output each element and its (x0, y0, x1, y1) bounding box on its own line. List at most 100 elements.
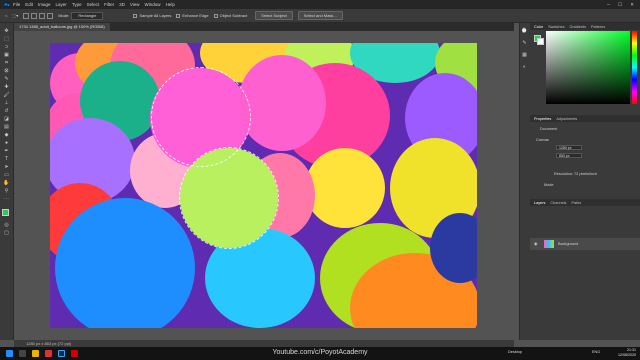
select-and-mask-button[interactable]: Select and Mask... (297, 11, 343, 20)
adjust-icon[interactable]: ◐ (521, 65, 528, 70)
tab-layers[interactable]: Layers (534, 201, 545, 205)
color-panel-tabs: Color Swatches Gradients Patterns (530, 23, 640, 30)
marquee-tool-icon[interactable]: ⬚ (3, 37, 10, 42)
color-picker-field[interactable] (546, 31, 630, 104)
enhance-edge-checkbox[interactable] (176, 13, 181, 18)
screen-mode-icon[interactable]: ▢ (3, 231, 10, 236)
sample-all-layers-checkbox[interactable] (133, 13, 138, 18)
tab-gradients[interactable]: Gradients (570, 25, 586, 29)
balloon-photo[interactable] (50, 43, 477, 328)
tab-adjustments[interactable]: Adjustments (556, 117, 577, 121)
path-select-icon[interactable]: ➤ (3, 165, 10, 170)
media-app-icon[interactable] (71, 350, 78, 357)
photoshop-taskbar-icon[interactable] (58, 350, 65, 357)
menu-file[interactable]: File (13, 2, 20, 7)
layer-row-background[interactable]: ◉ Background (530, 238, 640, 250)
zoom-tool-icon[interactable]: ⚲ (3, 189, 10, 194)
status-bar: 1280 px x 853 px (72 ppi) (14, 340, 514, 347)
windows-start-icon[interactable] (6, 350, 13, 357)
selection-marquee-green (179, 147, 279, 249)
tab-swatches[interactable]: Swatches (548, 25, 564, 29)
menu-view[interactable]: View (130, 2, 140, 7)
minimize-icon[interactable]: ─ (607, 2, 610, 8)
object-select-tool-icon[interactable]: ▣ (3, 53, 10, 58)
healing-tool-icon[interactable]: ✚ (3, 85, 10, 90)
document-tab[interactable]: 1734 1388_adult_balloons.jpg @ 100% (RGB… (14, 23, 110, 31)
menu-layer[interactable]: Layer (56, 2, 67, 7)
layer-thumbnail (544, 240, 554, 248)
gradient-tool-icon[interactable]: ▤ (3, 125, 10, 130)
mode-text: Mode (544, 183, 554, 187)
file-explorer-icon[interactable] (32, 350, 39, 357)
tab-color[interactable]: Color (534, 25, 543, 29)
canvas-width-field[interactable]: 1280 px (556, 145, 582, 150)
tab-patterns[interactable]: Patterns (591, 25, 605, 29)
menu-image[interactable]: Image (38, 2, 51, 7)
brush-settings-icon[interactable]: ✎ (521, 41, 528, 46)
crop-tool-icon[interactable]: ⌗ (3, 61, 10, 66)
home-icon[interactable]: ⌂ (5, 13, 7, 18)
search-icon[interactable] (19, 350, 26, 357)
type-tool-icon[interactable]: T (3, 157, 10, 162)
select-subject-button[interactable]: Select Subject (255, 11, 293, 20)
frame-tool-icon[interactable]: ⊠ (3, 69, 10, 74)
chrome-icon[interactable] (45, 350, 52, 357)
language-indicator[interactable]: ENG (592, 350, 600, 354)
right-panels: Color Swatches Gradients Patterns Proper… (530, 23, 640, 340)
resolution-text: Resolution: 72 pixels/inch (554, 172, 598, 176)
sample-all-layers-label: Sample All Layers (139, 13, 172, 18)
tab-channels[interactable]: Channels (550, 201, 566, 205)
layer-name[interactable]: Background (558, 242, 578, 246)
system-clock[interactable]: 21:31 12/08/2020 (618, 348, 636, 357)
object-subtract-checkbox[interactable] (213, 13, 218, 18)
menu-type[interactable]: Type (72, 2, 82, 7)
menu-3d[interactable]: 3D (119, 2, 125, 7)
maximize-icon[interactable]: ☐ (618, 2, 622, 8)
dodge-tool-icon[interactable]: ● (3, 141, 10, 146)
enhance-edge-label: Enhance Edge (182, 13, 209, 18)
canvas-height-field[interactable]: 853 px (556, 153, 582, 158)
shape-tool-icon[interactable]: ▭ (3, 173, 10, 178)
intersect-selection-icon[interactable] (47, 12, 54, 19)
tool-preset-icon[interactable]: ⬚▾ (12, 13, 18, 18)
libraries-icon[interactable]: ▦ (521, 53, 528, 58)
quick-mask-icon[interactable]: ◎ (3, 223, 10, 228)
blur-tool-icon[interactable]: ◆ (3, 133, 10, 138)
menu-help[interactable]: Help (166, 2, 175, 7)
hand-tool-icon[interactable]: ✋ (3, 181, 10, 186)
mode-select[interactable]: Rectangle (71, 11, 104, 20)
panel-icon-dock: ⌚ ✎ ▦ ◐ (519, 23, 530, 340)
panel-background-swatch[interactable] (537, 38, 544, 45)
history-icon[interactable]: ⌚ (521, 29, 528, 34)
brush-tool-icon[interactable]: 🖌︎ (3, 93, 10, 98)
lasso-tool-icon[interactable]: ↄ (3, 45, 10, 50)
clock-date: 12/08/2020 (618, 352, 636, 357)
tab-properties[interactable]: Properties (534, 117, 551, 121)
close-icon[interactable]: ✕ (630, 2, 634, 8)
eyedropper-tool-icon[interactable]: ✎ (3, 77, 10, 82)
more-tools-icon[interactable]: ⋯ (3, 197, 10, 202)
move-tool-icon[interactable]: ✥ (3, 29, 10, 34)
menu-edit[interactable]: Edit (25, 2, 33, 7)
properties-kind: Document (540, 127, 558, 131)
layers-panel-tabs: Layers Channels Paths (530, 199, 640, 206)
tab-paths[interactable]: Paths (571, 201, 581, 205)
subtract-selection-icon[interactable] (39, 12, 46, 19)
channel-watermark: Youtube.com/c/PoyotAcademy (272, 349, 368, 356)
foreground-color-swatch[interactable] (2, 209, 9, 216)
menu-filter[interactable]: Filter (104, 2, 114, 7)
stamp-tool-icon[interactable]: ⊥ (3, 101, 10, 106)
add-selection-icon[interactable] (31, 12, 38, 19)
eraser-tool-icon[interactable]: ◪ (3, 117, 10, 122)
document-tab-bar: 1734 1388_adult_balloons.jpg @ 100% (RGB… (14, 23, 514, 31)
desktop-label[interactable]: Desktop (508, 350, 522, 354)
pen-tool-icon[interactable]: ✒ (3, 149, 10, 154)
visibility-eye-icon[interactable]: ◉ (534, 241, 537, 246)
mode-label: Mode: (58, 13, 70, 18)
new-selection-icon[interactable] (23, 12, 30, 19)
history-brush-icon[interactable]: ↺ (3, 109, 10, 114)
menu-window[interactable]: Window (145, 2, 161, 7)
menu-select[interactable]: Select (87, 2, 100, 7)
canvas-section-title: Canvas (536, 138, 549, 142)
hue-slider[interactable] (632, 31, 637, 104)
